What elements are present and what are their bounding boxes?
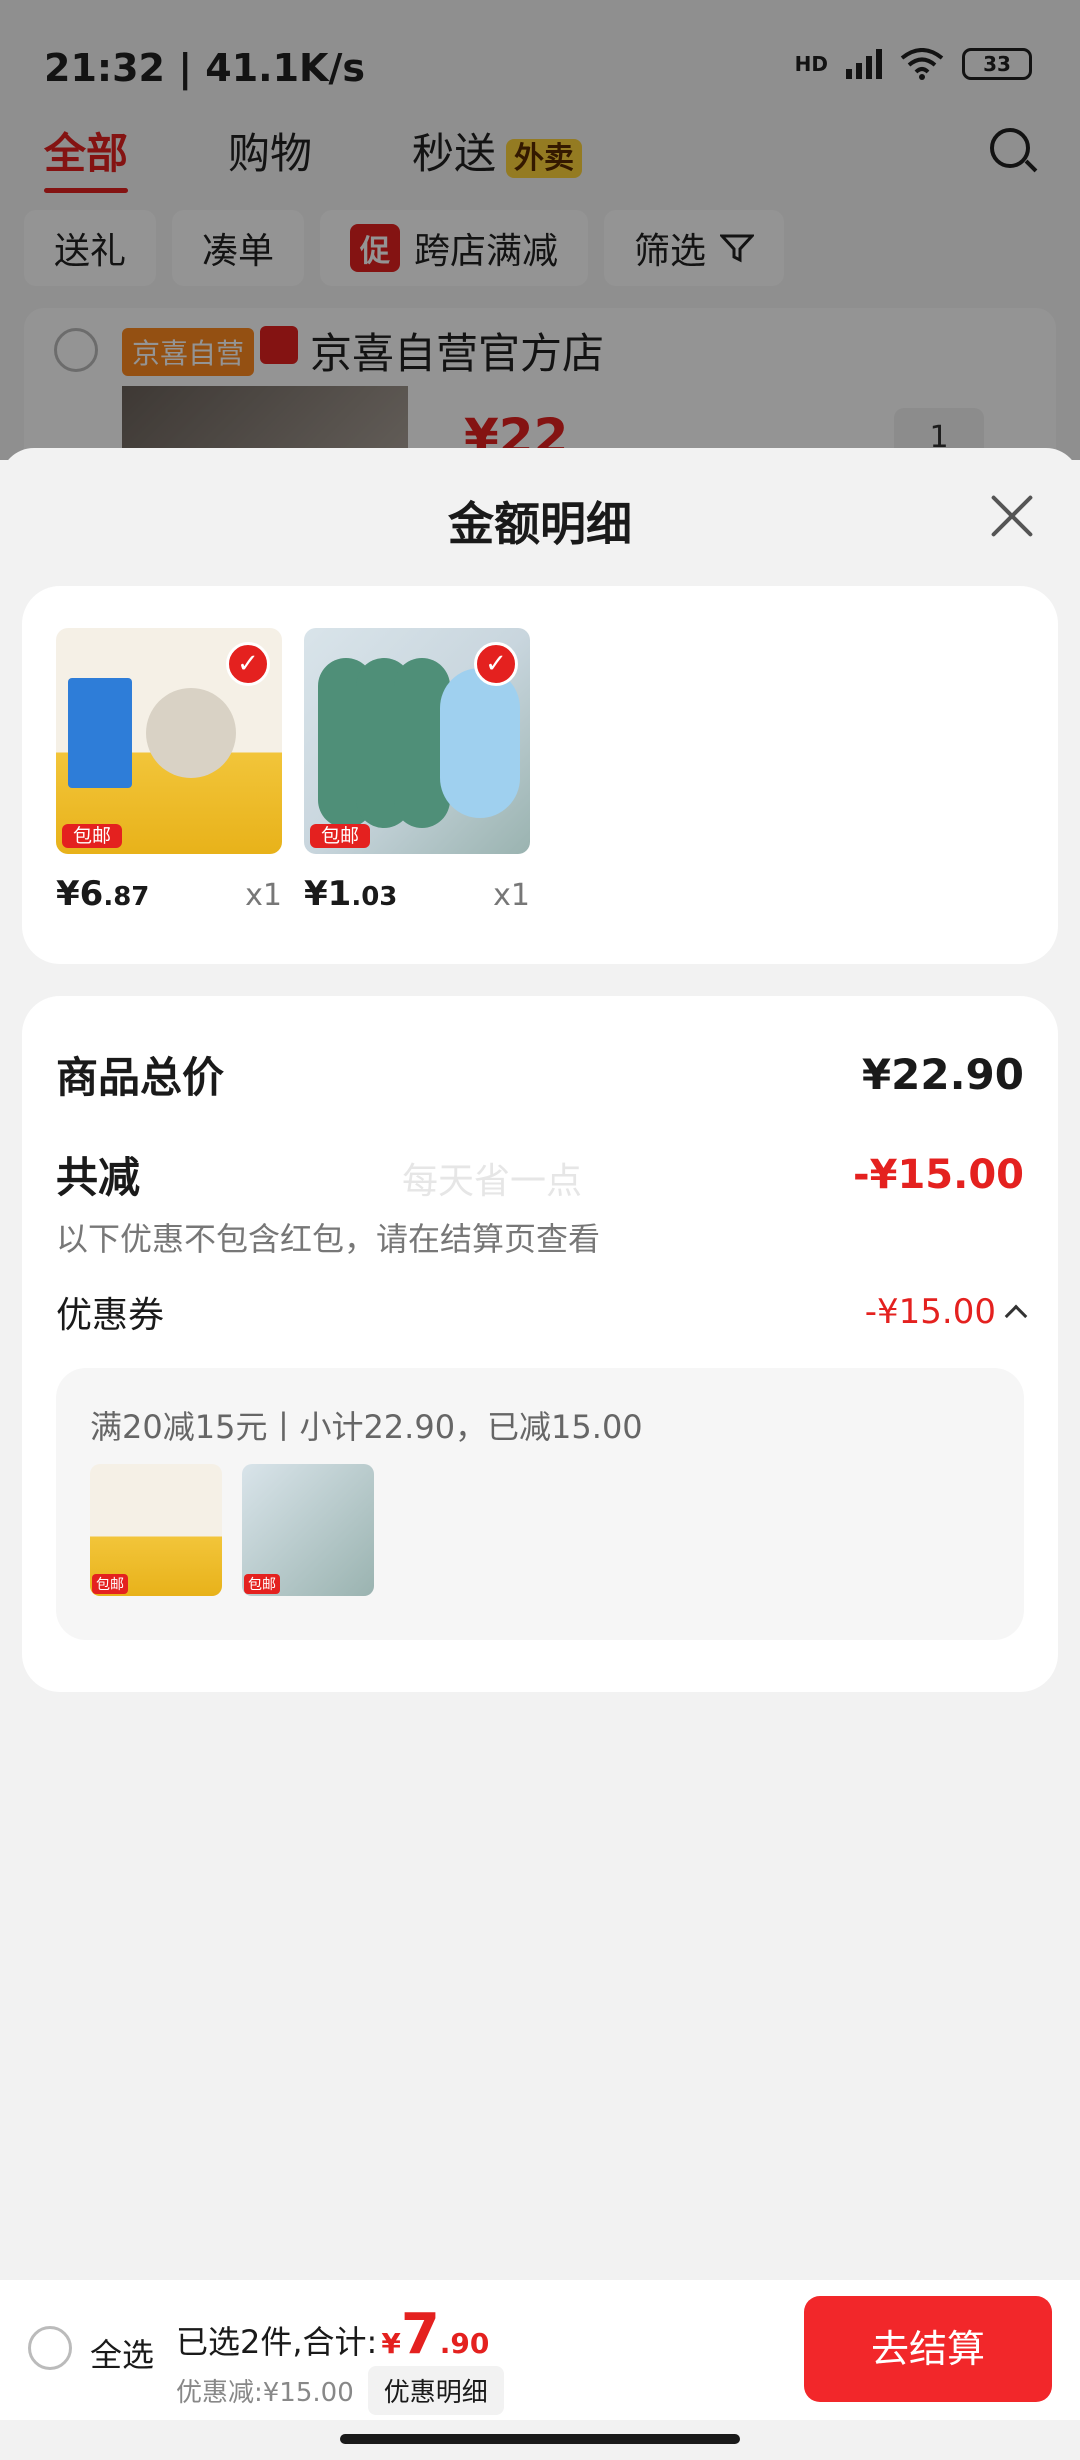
checkout-bar: 全选 已选2件,合计: ¥ 7 .90 优惠减:¥15.00 优惠明细 去结算: [0, 2280, 1080, 2420]
close-icon[interactable]: [988, 492, 1036, 540]
amount-int: 7: [400, 2302, 440, 2367]
product-price-currency: ¥: [304, 874, 328, 914]
product-qty: x1: [245, 878, 282, 913]
free-shipping-tag: 包邮: [62, 824, 122, 848]
product-qty: x1: [493, 878, 530, 913]
discount-detail-button[interactable]: 优惠明细: [367, 2366, 504, 2415]
product-item[interactable]: ✓ 包邮 ¥6.87 x1: [56, 628, 282, 914]
product-art: [440, 668, 520, 818]
free-shipping-tag: 包邮: [310, 824, 370, 848]
coupon-label: 优惠券: [56, 1295, 165, 1336]
coupon-detail-text: 满20减15元丨小计22.90，已减15.00: [90, 1408, 643, 1446]
check-icon: ✓: [226, 642, 270, 686]
product-art: [68, 678, 132, 788]
discount-line: 优惠减:¥15.00 优惠明细: [176, 2366, 504, 2415]
reduce-note: 以下优惠不包含红包，请在结算页查看: [56, 1220, 601, 1258]
reduce-value: -¥15.00: [853, 1151, 1024, 1198]
amount-dec: .90: [439, 2327, 490, 2360]
discount-text: 优惠减:¥15.00: [176, 2378, 354, 2408]
check-icon: ✓: [474, 642, 518, 686]
selected-summary: 已选2件,合计: ¥ 7 .90: [176, 2302, 489, 2367]
reduce-label: 共减: [56, 1153, 141, 1202]
amount-currency: ¥: [381, 2327, 401, 2360]
select-all-radio[interactable]: [28, 2326, 72, 2370]
product-art: [146, 688, 236, 778]
product-price-currency: ¥: [56, 874, 80, 914]
total-value: ¥22.90: [861, 1050, 1024, 1099]
free-shipping-tag: 包邮: [92, 1574, 128, 1594]
product-price-int: 1: [327, 874, 352, 914]
coupon-value-wrap: -¥15.00: [864, 1292, 1028, 1332]
product-image: ✓ 包邮: [304, 628, 530, 854]
price-detail-card: 商品总价 ¥22.90 共减 -¥15.00 每天省一点 以下优惠不包含红包，请…: [22, 996, 1058, 1692]
coupon-value: -¥15.00: [864, 1292, 996, 1332]
amount-detail-sheet: 金额明细 ✓ 包邮 ¥6.87 x1 ✓ 包邮 ¥1.03 x1 商品总价 ¥2…: [0, 448, 1080, 2460]
coupon-product-thumbnail: 包邮: [242, 1464, 374, 1596]
total-row: 商品总价 ¥22.90: [56, 1044, 1024, 1105]
chevron-up-icon[interactable]: [1004, 1304, 1028, 1328]
watermark: 每天省一点: [402, 1161, 583, 1202]
checkout-button[interactable]: 去结算: [804, 2296, 1052, 2402]
product-price-dec: .03: [351, 882, 398, 912]
select-all-label[interactable]: 全选: [90, 2330, 154, 2376]
home-indicator[interactable]: [340, 2434, 740, 2444]
selected-text: 已选2件,合计:: [176, 2323, 378, 2361]
product-price: ¥6.87: [56, 874, 149, 914]
coupon-detail-box: 满20减15元丨小计22.90，已减15.00 包邮 包邮: [56, 1368, 1024, 1640]
product-item[interactable]: ✓ 包邮 ¥1.03 x1: [304, 628, 530, 914]
product-price-dec: .87: [103, 882, 150, 912]
products-card: ✓ 包邮 ¥6.87 x1 ✓ 包邮 ¥1.03 x1: [22, 586, 1058, 964]
total-label: 商品总价: [56, 1053, 225, 1102]
coupon-row[interactable]: 优惠券 -¥15.00: [56, 1286, 1028, 1338]
product-price: ¥1.03: [304, 874, 397, 914]
product-price-int: 6: [79, 874, 104, 914]
product-image: ✓ 包邮: [56, 628, 282, 854]
free-shipping-tag: 包邮: [244, 1574, 280, 1594]
sheet-title: 金额明细: [448, 497, 632, 551]
dim-overlay[interactable]: [0, 0, 1080, 460]
coupon-product-thumbnail: 包邮: [90, 1464, 222, 1596]
